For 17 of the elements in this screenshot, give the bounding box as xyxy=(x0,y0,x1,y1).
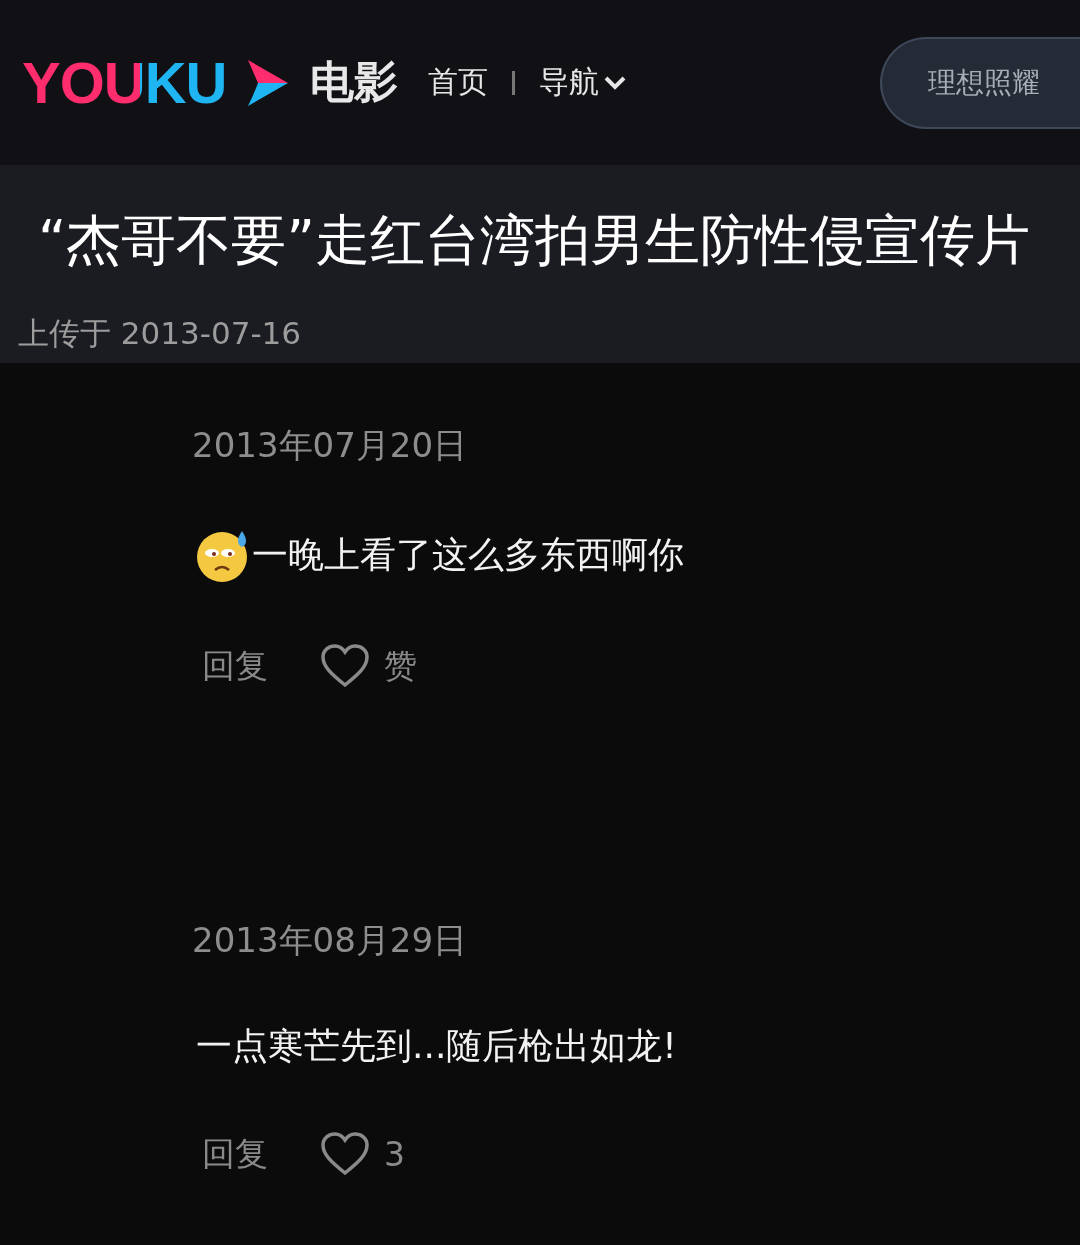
reply-link[interactable]: 回复 xyxy=(202,643,268,689)
video-title: “杰哥不要”走红台湾拍男生防性侵宣传片 xyxy=(38,207,1031,274)
upload-date: 上传于 2013-07-16 xyxy=(18,314,302,353)
comment-date: 2013年07月20日 xyxy=(192,424,468,467)
like-button[interactable]: 3 xyxy=(320,1131,405,1177)
comment-text: 一点寒芒先到...随后枪出如龙! xyxy=(196,1024,677,1068)
reply-link[interactable]: 回复 xyxy=(202,1131,268,1177)
comment-text: 一晚上看了这么多东西啊你 xyxy=(252,532,684,577)
nav-dropdown[interactable]: 导航 xyxy=(539,62,628,103)
channel-title: 电影 xyxy=(310,55,399,109)
search-field[interactable]: 理想照耀 xyxy=(880,36,1080,129)
nav-link[interactable]: 首页 xyxy=(428,62,489,103)
like-button[interactable]: 赞 xyxy=(320,643,417,689)
heart-icon xyxy=(320,643,370,689)
comment-date: 2013年08月29日 xyxy=(192,919,468,962)
chevron-down-icon xyxy=(603,74,628,91)
heart-icon xyxy=(320,1131,370,1177)
